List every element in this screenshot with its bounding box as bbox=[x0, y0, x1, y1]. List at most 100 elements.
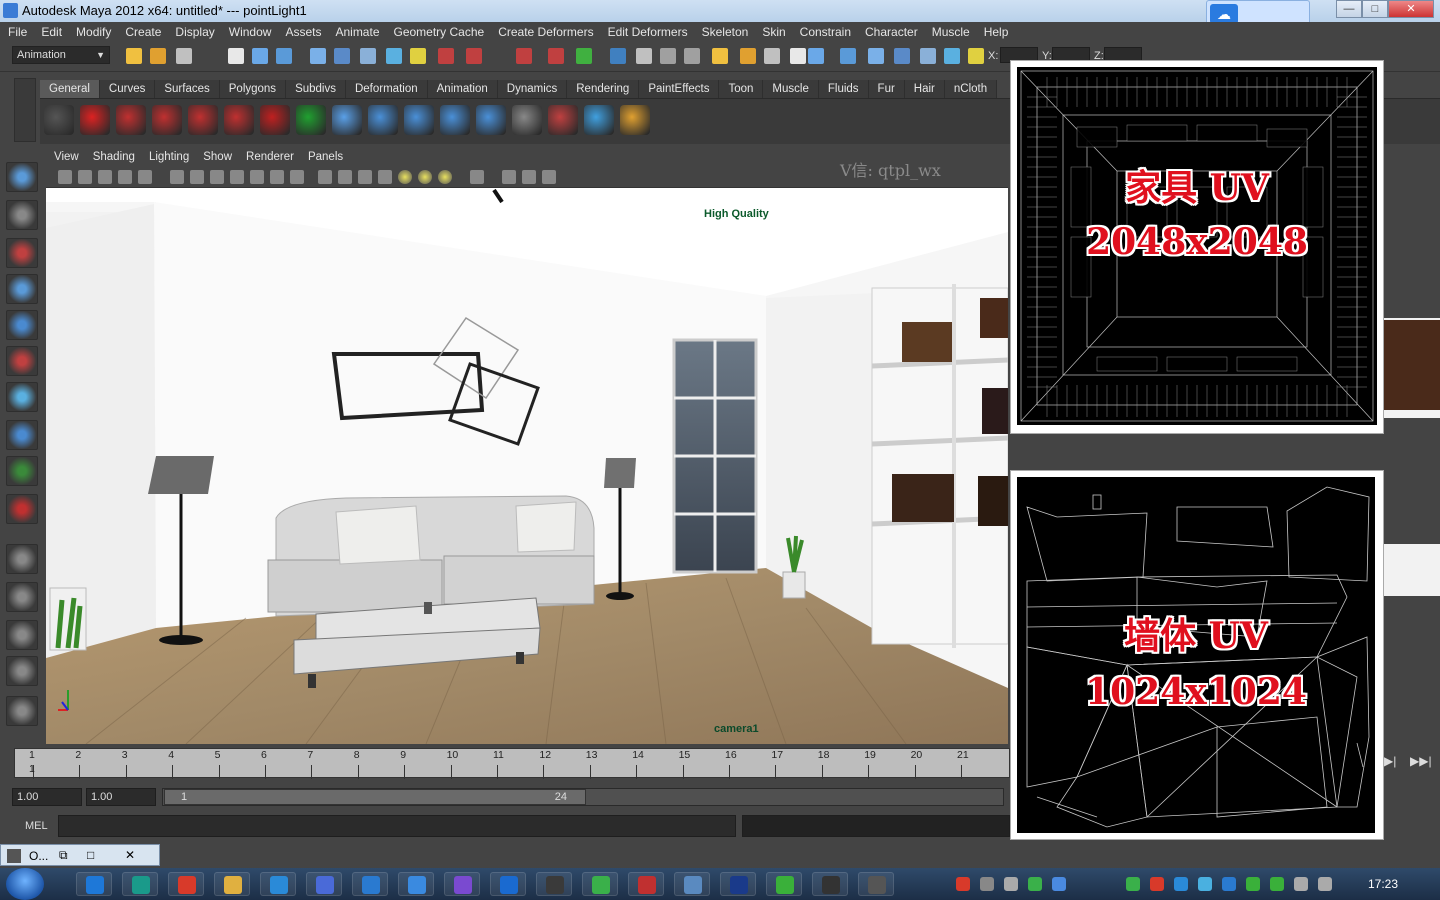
panel-tool-icon[interactable] bbox=[98, 170, 112, 184]
time-ruler[interactable]: 1 2 3 4 5 6 7 8 9 10 11 12 13 14 15 16 17 18 19 20 21 1 bbox=[14, 748, 1010, 779]
hypershade-icon[interactable] bbox=[260, 105, 290, 135]
graph-editor-icon[interactable] bbox=[512, 105, 542, 135]
panel-tool-icon[interactable] bbox=[210, 170, 224, 184]
paint-select-icon[interactable] bbox=[6, 238, 38, 268]
panel-tool-icon[interactable] bbox=[470, 170, 484, 184]
taskbar-chrome-icon[interactable] bbox=[168, 872, 204, 896]
menu-window[interactable]: Window bbox=[229, 25, 272, 39]
taskbar-browser-icon[interactable] bbox=[582, 872, 618, 896]
minimized-window-tab[interactable]: O... ⧉ □ ✕ bbox=[0, 844, 160, 866]
playback-start-field[interactable]: 1.00 bbox=[86, 788, 156, 806]
graph-icon[interactable] bbox=[296, 105, 326, 135]
shelf-tab-muscle[interactable]: Muscle bbox=[763, 80, 819, 98]
menu-geometry-cache[interactable]: Geometry Cache bbox=[394, 25, 485, 39]
minimize-button[interactable]: — bbox=[1336, 0, 1362, 18]
range-slider-handle[interactable]: 1 24 bbox=[164, 789, 586, 805]
shelf-tab-curves[interactable]: Curves bbox=[99, 80, 156, 98]
shelf-tab-toon[interactable]: Toon bbox=[719, 80, 764, 98]
manipulator-icon[interactable] bbox=[6, 382, 38, 412]
tray-icon[interactable] bbox=[1028, 877, 1042, 891]
status-tool-icon[interactable] bbox=[410, 48, 426, 64]
film-reel-icon[interactable] bbox=[44, 105, 74, 135]
status-tool-icon[interactable] bbox=[516, 48, 532, 64]
menu-set-dropdown[interactable]: Animation ▼ bbox=[12, 46, 110, 64]
tray-icon[interactable] bbox=[1318, 877, 1332, 891]
panel-menu-shading[interactable]: Shading bbox=[93, 151, 135, 163]
taskbar-sync-icon[interactable] bbox=[398, 872, 434, 896]
status-tool-icon[interactable] bbox=[868, 48, 884, 64]
panel-menu-panels[interactable]: Panels bbox=[308, 151, 343, 163]
taskbar-pdf-icon[interactable] bbox=[628, 872, 664, 896]
tray-icon[interactable] bbox=[1222, 877, 1236, 891]
lasso-tool-icon[interactable] bbox=[6, 200, 38, 230]
four-pane-icon[interactable] bbox=[6, 582, 38, 612]
perspective-viewport[interactable]: High Quality camera1 bbox=[46, 188, 1008, 744]
status-tool-icon[interactable] bbox=[360, 48, 376, 64]
status-tool-icon[interactable] bbox=[466, 48, 482, 64]
batch-render-icon[interactable] bbox=[224, 105, 254, 135]
status-tool-icon[interactable] bbox=[438, 48, 454, 64]
step-forward-icon[interactable]: ▶| bbox=[1384, 754, 1396, 768]
status-tool-icon[interactable] bbox=[740, 48, 756, 64]
panel-tool-icon[interactable] bbox=[318, 170, 332, 184]
ipr-render-icon[interactable] bbox=[188, 105, 218, 135]
shelf-tab-dynamics[interactable]: Dynamics bbox=[497, 80, 568, 98]
shelf-tab-general[interactable]: General bbox=[40, 80, 100, 98]
show-manip-icon[interactable] bbox=[6, 456, 38, 486]
shelf-tab-ncloth[interactable]: nCloth bbox=[944, 80, 998, 98]
shelf-tab-fur[interactable]: Fur bbox=[868, 80, 905, 98]
help-question-icon[interactable] bbox=[80, 105, 110, 135]
move-tool-icon[interactable] bbox=[6, 274, 38, 304]
status-tool-icon[interactable] bbox=[610, 48, 626, 64]
status-tool-icon[interactable] bbox=[790, 48, 806, 64]
status-tool-icon[interactable] bbox=[944, 48, 960, 64]
panel-menu-renderer[interactable]: Renderer bbox=[246, 151, 294, 163]
status-tool-icon[interactable] bbox=[636, 48, 652, 64]
panel-tool-icon[interactable] bbox=[250, 170, 264, 184]
status-tool-icon[interactable] bbox=[176, 48, 192, 64]
single-pane-icon[interactable] bbox=[6, 544, 38, 574]
status-tool-icon[interactable] bbox=[228, 48, 244, 64]
mel-input[interactable] bbox=[58, 815, 736, 837]
status-tool-icon[interactable] bbox=[548, 48, 564, 64]
status-tool-icon[interactable] bbox=[252, 48, 268, 64]
maximize-icon[interactable]: □ bbox=[87, 848, 94, 862]
tray-icon[interactable] bbox=[1294, 877, 1308, 891]
panel-tool-icon[interactable] bbox=[502, 170, 516, 184]
panel-tool-icon[interactable] bbox=[78, 170, 92, 184]
render-view-icon[interactable] bbox=[152, 105, 182, 135]
menu-modify[interactable]: Modify bbox=[76, 25, 111, 39]
shelf-tab-deformation[interactable]: Deformation bbox=[345, 80, 428, 98]
status-tool-icon[interactable] bbox=[840, 48, 856, 64]
menu-character[interactable]: Character bbox=[865, 25, 918, 39]
tray-icon[interactable] bbox=[1052, 877, 1066, 891]
tray-icon[interactable] bbox=[1150, 877, 1164, 891]
rotate-tool-icon[interactable] bbox=[6, 310, 38, 340]
close-button[interactable]: ✕ bbox=[1388, 0, 1434, 18]
taskbar-media-icon[interactable] bbox=[352, 872, 388, 896]
taskbar-photoshop-icon[interactable] bbox=[720, 872, 756, 896]
taskbar-unknown-icon[interactable] bbox=[812, 872, 848, 896]
panel-tool-icon[interactable] bbox=[358, 170, 372, 184]
shelf-tab-subdivs[interactable]: Subdivs bbox=[286, 80, 346, 98]
panel-tool-icon[interactable] bbox=[230, 170, 244, 184]
status-tool-icon[interactable] bbox=[576, 48, 592, 64]
playblast-icon[interactable] bbox=[584, 105, 614, 135]
shelf-tab-hair[interactable]: Hair bbox=[904, 80, 945, 98]
tray-icon[interactable] bbox=[1198, 877, 1212, 891]
menu-edit-deformers[interactable]: Edit Deformers bbox=[608, 25, 688, 39]
paint-icon[interactable] bbox=[620, 105, 650, 135]
sphere-icon[interactable] bbox=[332, 105, 362, 135]
tray-icon[interactable] bbox=[980, 877, 994, 891]
tray-icon[interactable] bbox=[1246, 877, 1260, 891]
last-tool-icon[interactable] bbox=[6, 494, 38, 524]
panel-tool-icon[interactable] bbox=[58, 170, 72, 184]
panel-tool-icon[interactable] bbox=[398, 170, 412, 184]
taskbar-mail-icon[interactable] bbox=[306, 872, 342, 896]
menu-edit[interactable]: Edit bbox=[41, 25, 62, 39]
clock[interactable]: 17:23 bbox=[1368, 877, 1398, 891]
start-time-field[interactable]: 1.00 bbox=[12, 788, 82, 806]
maximize-button[interactable]: □ bbox=[1362, 0, 1388, 18]
graph-pane-icon[interactable] bbox=[6, 656, 38, 686]
shelf-tab-animation[interactable]: Animation bbox=[427, 80, 498, 98]
